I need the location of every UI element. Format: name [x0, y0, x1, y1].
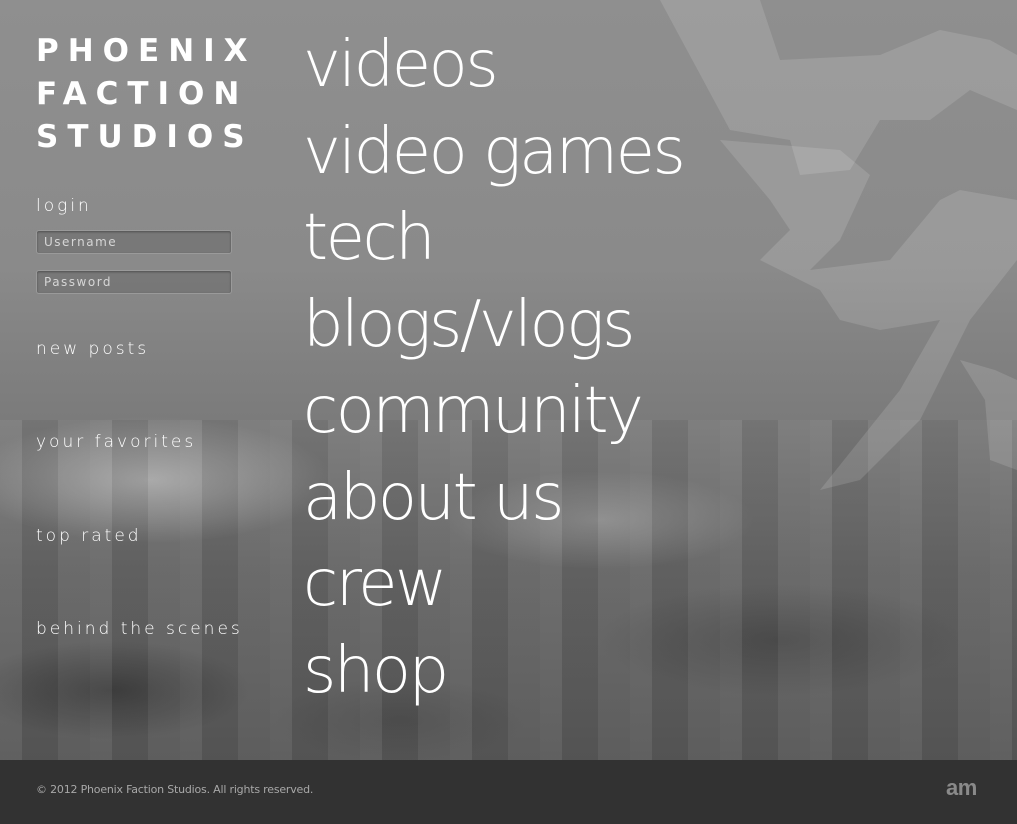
main-navigation: videos video games tech blogs/vlogs comm…: [303, 22, 686, 715]
sidebar-link-new-posts[interactable]: new posts: [36, 339, 149, 359]
nav-item-blogs-vlogs[interactable]: blogs/vlogs: [303, 282, 683, 369]
phoenix-icon: [660, 0, 1017, 490]
logo-line-2: FACTION: [36, 76, 249, 112]
copyright-text: © 2012 Phoenix Faction Studios. All righ…: [36, 783, 314, 796]
nav-item-community[interactable]: community: [303, 368, 683, 455]
password-field[interactable]: [36, 270, 232, 294]
sidebar-link-your-favorites[interactable]: your favorites: [36, 432, 196, 452]
sidebar-link-behind-the-scenes[interactable]: behind the scenes: [36, 619, 243, 639]
nav-item-video-games[interactable]: video games: [303, 109, 686, 196]
footer: © 2012 Phoenix Faction Studios. All righ…: [0, 760, 1017, 824]
username-field[interactable]: [36, 230, 232, 254]
sidebar-link-top-rated[interactable]: top rated: [36, 526, 142, 546]
logo-line-1: PHOENIX: [36, 33, 257, 69]
nav-item-tech[interactable]: tech: [303, 195, 683, 282]
nav-item-crew[interactable]: crew: [303, 541, 683, 628]
nav-item-shop[interactable]: shop: [303, 628, 683, 715]
nav-item-about-us[interactable]: about us: [303, 455, 683, 542]
login-label: login: [36, 196, 92, 216]
credit-logo[interactable]: am: [946, 775, 977, 801]
nav-item-videos[interactable]: videos: [303, 22, 683, 109]
logo-line-3: STUDIOS: [36, 119, 254, 155]
site-logo[interactable]: PHOENIX FACTION STUDIOS: [36, 30, 257, 159]
